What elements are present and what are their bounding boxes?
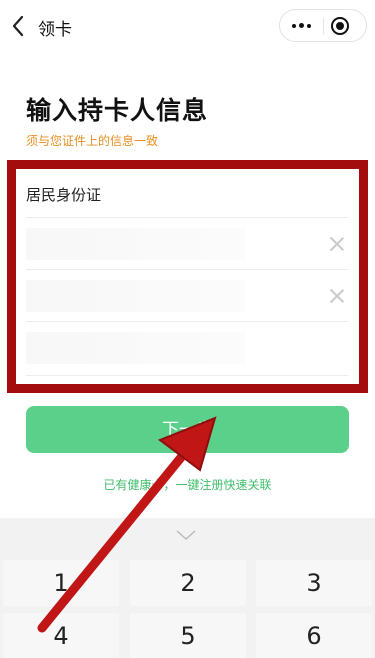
key-5[interactable]: 5: [130, 613, 246, 658]
key-4[interactable]: 4: [3, 613, 119, 658]
key-3[interactable]: 3: [256, 560, 372, 606]
link-existing-card[interactable]: 已有健康卡，一键注册快速关联: [0, 476, 375, 493]
form-heading: 输入持卡人信息: [26, 96, 209, 125]
chevron-down-icon[interactable]: [172, 527, 200, 541]
numeric-keypad: 1 2 3 4 5 6: [0, 518, 375, 658]
capsule-divider: [323, 18, 324, 34]
key-1[interactable]: 1: [3, 560, 119, 606]
more-dots-icon[interactable]: [280, 10, 323, 41]
form-hint: 须与您证件上的信息一致: [26, 134, 159, 148]
highlight-box: [7, 160, 368, 393]
mini-program-capsule: [279, 9, 367, 42]
chevron-left-icon[interactable]: [8, 12, 30, 40]
key-2[interactable]: 2: [130, 560, 246, 606]
key-6[interactable]: 6: [256, 613, 372, 658]
next-button[interactable]: 下一步: [26, 406, 349, 453]
target-circle-icon[interactable]: [331, 17, 349, 35]
nav-bar: 领卡: [0, 0, 375, 52]
page-title: 领卡: [38, 20, 72, 40]
